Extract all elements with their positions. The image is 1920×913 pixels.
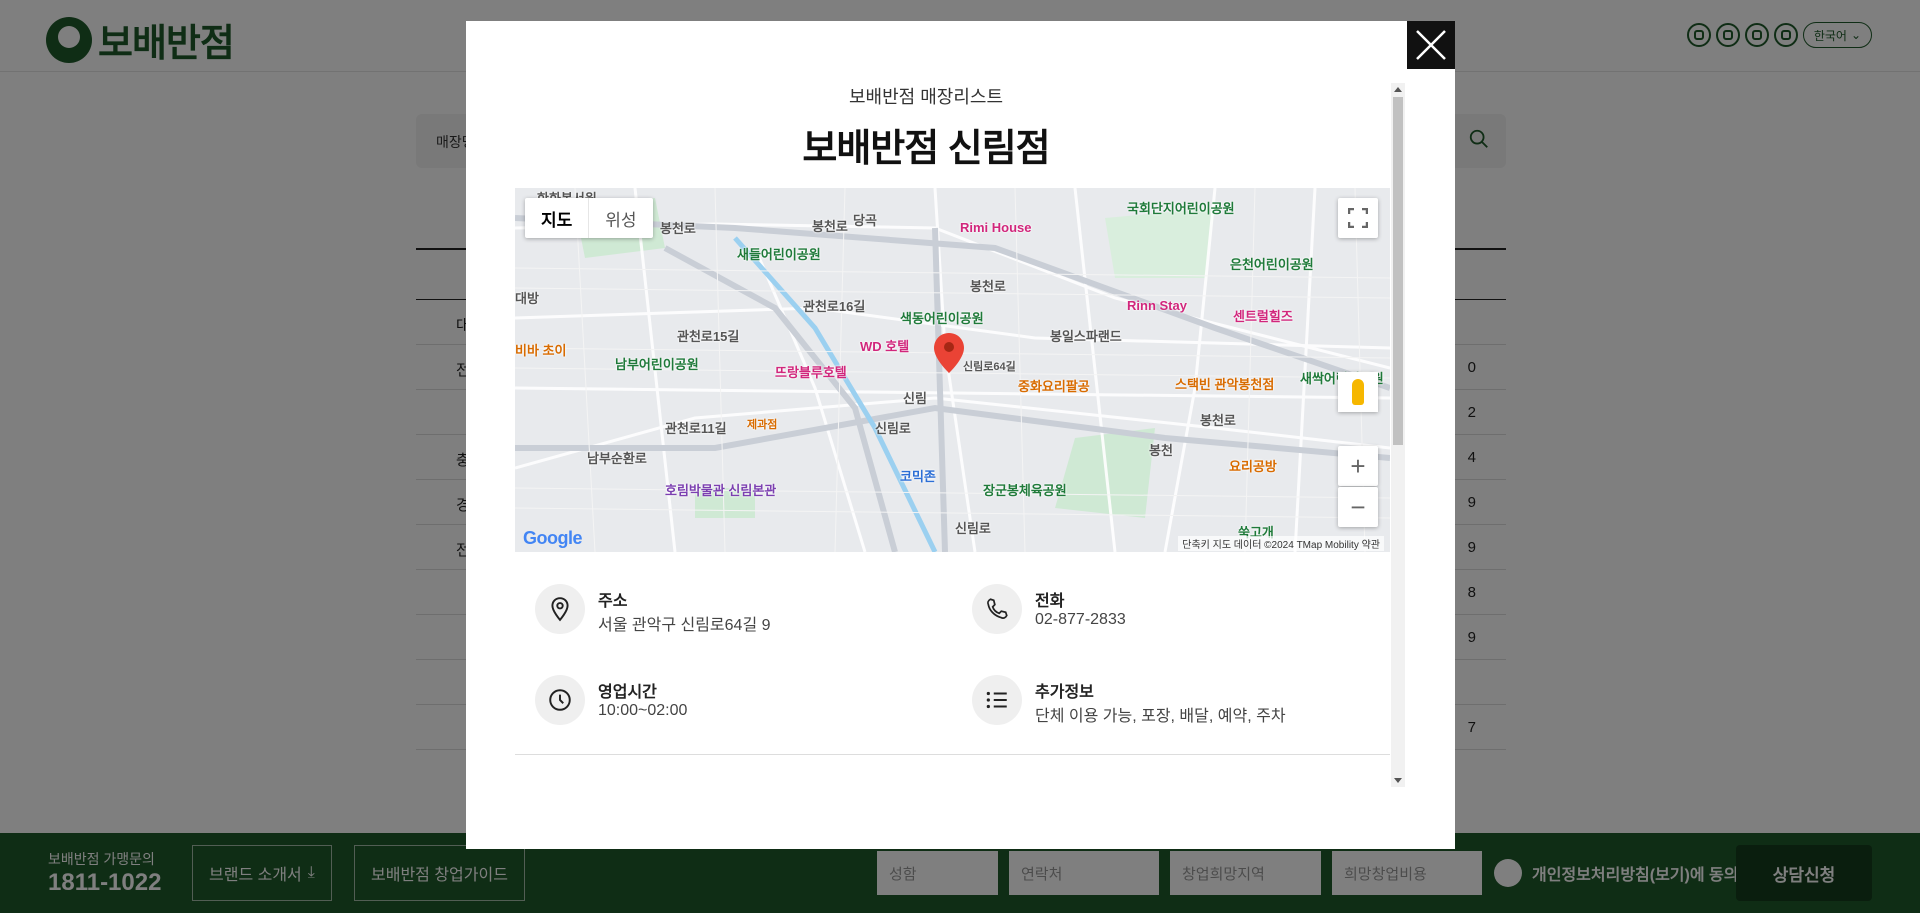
- map-label: 새들어린이공원: [737, 247, 821, 262]
- map-type-satellite-button[interactable]: 위성: [589, 198, 652, 238]
- map-label: 봉천로: [1200, 413, 1236, 428]
- list-icon: [972, 675, 1022, 725]
- map-label: 뜨랑블루호텔: [775, 365, 847, 380]
- map-attribution[interactable]: 단축키 지도 데이터 ©2024 TMap Mobility 약관: [1178, 536, 1384, 551]
- extra-label: 추가정보: [1035, 684, 1094, 701]
- map-type-map-button[interactable]: 지도: [525, 198, 590, 238]
- map-label: 제과점: [747, 419, 778, 431]
- store-location-pin-icon[interactable]: [934, 333, 964, 373]
- close-icon[interactable]: [1407, 21, 1455, 69]
- map-label: 코믹존: [900, 469, 936, 484]
- map-label: 봉천로: [812, 219, 848, 234]
- map-label: 관천로11길: [665, 421, 727, 436]
- map-label: 당곡: [853, 213, 877, 228]
- map-label: 은천어린이공원: [1230, 257, 1314, 272]
- map-label: 요리공방: [1229, 459, 1277, 474]
- map-label: 신림: [903, 391, 927, 406]
- map-label: Rimi House: [960, 220, 1032, 235]
- store-detail-modal: 보배반점 매장리스트 보배반점 신림점 봉천로 봉천로 봉천로 봉천로 당곡 R…: [466, 21, 1455, 849]
- map-label: 남부순환로: [587, 451, 647, 466]
- map-label: 봉천: [1149, 443, 1173, 458]
- extra-info: 추가정보 단체 이용 가능, 포장, 배달, 예약, 주차: [972, 675, 1382, 727]
- fullscreen-icon[interactable]: [1338, 198, 1378, 238]
- map-label: 국회단지어린이공원: [1127, 201, 1235, 216]
- zoom-in-icon[interactable]: +: [1338, 446, 1378, 486]
- location-pin-icon: [535, 584, 585, 634]
- store-map[interactable]: 한화봉서원 봉천로 봉천로 봉천로 봉천로 당곡 Rimi House 국회단지…: [515, 188, 1390, 552]
- phone-label: 전화: [1035, 593, 1065, 610]
- info-divider: [515, 754, 1390, 755]
- map-label: 신림로: [875, 421, 911, 436]
- scroll-up-icon[interactable]: [1394, 87, 1402, 92]
- map-label: 중화요리팔공: [1018, 379, 1090, 394]
- map-label: 봉천로: [970, 279, 1006, 294]
- map-label: WD 호텔: [860, 339, 910, 354]
- modal-scrollbar[interactable]: [1391, 83, 1405, 787]
- google-logo: Google: [523, 528, 583, 548]
- modal-title: 보배반점 신림점: [802, 128, 1050, 170]
- modal-subtitle: 보배반점 매장리스트: [848, 87, 1004, 107]
- page: 보배반점 한국어 ⌄ 매장명 대 전0 2 충4 경9 전9 8 9 7 보배반…: [0, 0, 1920, 913]
- map-label: 관천로15길: [677, 329, 740, 344]
- map-label: 봉천로: [660, 221, 696, 236]
- map-label: 봉일스파랜드: [1050, 329, 1122, 344]
- map-label: Rinn Stay: [1127, 298, 1187, 313]
- address-value: 서울 관악구 신림로64길 9: [598, 617, 771, 634]
- map-label: 신림로64길: [963, 361, 1016, 373]
- zoom-out-icon[interactable]: −: [1338, 487, 1378, 527]
- map-label: 신림로: [955, 521, 991, 536]
- map-label: 남부어린이공원: [615, 357, 699, 372]
- map-type-toggle: 지도 위성: [525, 198, 653, 238]
- street-view-pegman-icon[interactable]: [1338, 372, 1378, 412]
- clock-icon: [535, 675, 585, 725]
- hours-info: 영업시간 10:00~02:00: [535, 675, 935, 727]
- phone-value[interactable]: 02-877-2833: [1035, 611, 1126, 629]
- phone-info: 전화 02-877-2833: [972, 584, 1372, 636]
- hours-value: 10:00~02:00: [598, 702, 688, 719]
- map-label: 센트럴힐즈: [1233, 309, 1293, 324]
- scroll-down-icon[interactable]: [1394, 778, 1402, 783]
- phone-icon: [972, 584, 1022, 634]
- scrollbar-thumb[interactable]: [1393, 97, 1403, 445]
- address-label: 주소: [598, 593, 628, 610]
- map-label: 장군봉체육공원: [983, 483, 1067, 498]
- map-label: 색동어린이공원: [900, 311, 984, 326]
- map-label: 스택빈 관악봉천점: [1175, 377, 1275, 392]
- hours-label: 영업시간: [598, 684, 657, 701]
- map-label: 호림박물관 신림본관: [665, 483, 777, 498]
- map-label: 비바 초이: [515, 343, 567, 358]
- map-label: 대방: [515, 291, 539, 306]
- map-label: 관천로16길: [803, 299, 866, 314]
- extra-value: 단체 이용 가능, 포장, 배달, 예약, 주차: [1035, 708, 1286, 725]
- address-info: 주소 서울 관악구 신림로64길 9: [535, 584, 935, 636]
